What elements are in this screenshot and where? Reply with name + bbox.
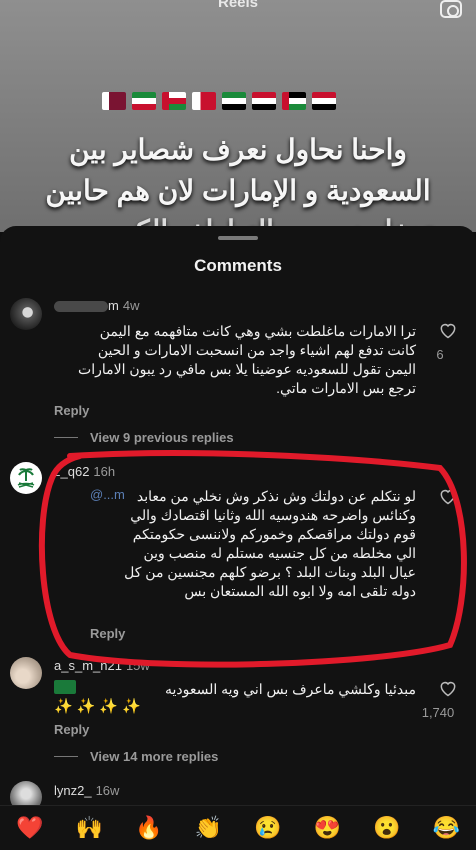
raising-hands-emoji-button[interactable]: 🙌 bbox=[70, 815, 108, 841]
username[interactable]: z_q62 bbox=[54, 464, 89, 479]
view-previous-replies-button[interactable]: View 9 previous replies bbox=[54, 430, 234, 445]
heart-icon[interactable] bbox=[438, 678, 458, 698]
like-count: 1,740 bbox=[421, 705, 455, 720]
sparkles: ✨✨✨✨ bbox=[54, 698, 145, 715]
reels-title: Reels bbox=[217, 0, 259, 11]
laughing-emoji-button[interactable]: 😂 bbox=[427, 815, 465, 841]
comment-text: ترا الامارات ماغلطت بشي وهي كانت متافهمه… bbox=[78, 323, 416, 396]
comment-meta: lynz2_ 16w bbox=[54, 783, 119, 798]
emoji-reaction-bar: ❤️ 🙌 🔥 👏 😢 😍 😮 😂 bbox=[0, 805, 476, 850]
jordan-flag bbox=[282, 92, 306, 110]
comment-age: 16h bbox=[93, 464, 116, 479]
comment-age: 16w bbox=[95, 783, 120, 798]
saudi-flag-icon bbox=[54, 680, 76, 694]
drag-handle[interactable] bbox=[218, 236, 258, 240]
comment-meta: m 4w bbox=[54, 298, 139, 313]
view-more-replies-button[interactable]: View 14 more replies bbox=[54, 749, 218, 764]
reel-background: Reels واحنا نحاول نعرف شصاير بين السعودي… bbox=[0, 0, 476, 232]
username[interactable]: m bbox=[108, 298, 119, 313]
camera-icon[interactable] bbox=[440, 0, 462, 18]
blurred-username bbox=[54, 301, 108, 313]
heart-icon[interactable] bbox=[438, 486, 458, 506]
comment-meta: z_q62 16h bbox=[54, 464, 115, 479]
comment-meta: a_s_m_n21 15w bbox=[54, 658, 150, 673]
comment-age: 15w bbox=[125, 658, 150, 673]
egypt-flag bbox=[252, 92, 276, 110]
heart-eyes-emoji-button[interactable]: 😍 bbox=[308, 815, 346, 841]
sheet-title: Comments bbox=[194, 256, 282, 275]
fire-emoji-button[interactable]: 🔥 bbox=[130, 815, 168, 841]
overlay-line: واحنا نحاول نعرف شصاير بين bbox=[69, 134, 407, 165]
palm-swords-emblem-icon bbox=[17, 468, 35, 488]
syria-flag bbox=[222, 92, 246, 110]
comment-text: لو نتكلم عن دولتك وش نذكر وش نخلي من معا… bbox=[124, 488, 416, 599]
like-count: 6 bbox=[436, 347, 444, 362]
avatar[interactable] bbox=[10, 298, 42, 330]
comment-age: 4w bbox=[122, 298, 140, 313]
reply-button[interactable]: Reply bbox=[90, 626, 125, 641]
bahrain-flag bbox=[192, 92, 216, 110]
avatar[interactable] bbox=[10, 657, 42, 689]
kuwait-flag bbox=[132, 92, 156, 110]
iraq-flag bbox=[312, 92, 336, 110]
reel-overlay-text: واحنا نحاول نعرف شصاير بين السعودية و ال… bbox=[0, 130, 476, 232]
crying-emoji-button[interactable]: 😢 bbox=[249, 815, 287, 841]
oman-flag bbox=[162, 92, 186, 110]
username[interactable]: a_s_m_n21 bbox=[54, 658, 122, 673]
flags-row bbox=[102, 92, 336, 110]
red-heart-emoji-button[interactable]: ❤️ bbox=[11, 815, 49, 841]
heart-icon[interactable] bbox=[438, 320, 458, 340]
qatar-flag bbox=[102, 92, 126, 110]
username[interactable]: lynz2_ bbox=[54, 783, 92, 798]
clapping-emoji-button[interactable]: 👏 bbox=[189, 815, 227, 841]
surprised-emoji-button[interactable]: 😮 bbox=[368, 815, 406, 841]
avatar[interactable] bbox=[10, 462, 42, 494]
reply-button[interactable]: Reply bbox=[54, 403, 89, 418]
overlay-line: السعودية و الإمارات لان هم حابين bbox=[45, 174, 431, 206]
reply-button[interactable]: Reply bbox=[54, 722, 89, 737]
